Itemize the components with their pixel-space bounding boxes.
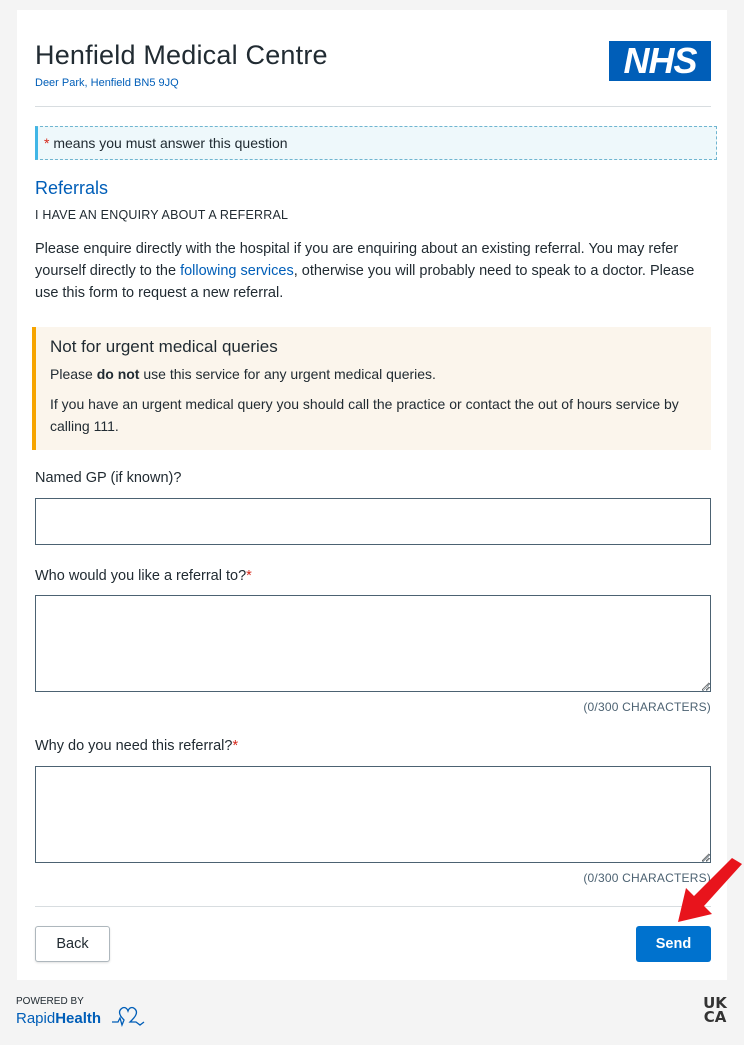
form-card: Henfield Medical Centre Deer Park, Henfi… (17, 10, 727, 980)
section-title: Referrals (35, 178, 109, 198)
send-button[interactable]: Send (636, 926, 711, 962)
nhs-logo: NHS (609, 41, 711, 81)
required-marker: * (246, 568, 252, 584)
warning-emphasis: do not (96, 366, 140, 382)
referral-reason-label-text: Why do you need this referral? (35, 738, 233, 754)
referral-to-label-text: Who would you like a referral to? (35, 568, 247, 584)
referral-reason-textarea[interactable] (35, 766, 711, 863)
actions-divider (35, 906, 711, 907)
warning-line-2: If you have an urgent medical query you … (50, 396, 679, 434)
required-marker: * (232, 738, 239, 754)
referral-to-label: Who would you like a referral to?* (35, 568, 252, 584)
section-subtitle: I HAVE AN ENQUIRY ABOUT A REFERRAL (35, 208, 289, 222)
ukca-bottom: CA (703, 1008, 727, 1026)
pointer-arrow-icon (678, 858, 742, 922)
referral-to-char-counter: (0/300 CHARACTERS) (583, 700, 711, 714)
named-gp-label: Named GP (if known)? (35, 470, 181, 486)
section-intro: Please enquire directly with the hospita… (35, 238, 719, 304)
practice-address: Deer Park, Henfield BN5 9JQ (35, 77, 179, 89)
brand-light: Rapid (16, 1010, 56, 1027)
resize-grip-icon[interactable] (702, 683, 710, 691)
following-services-link[interactable]: following services (180, 263, 294, 279)
back-button[interactable]: Back (35, 926, 110, 962)
rapid-health-heart-icon (112, 1006, 145, 1028)
rapid-health-logo: RapidHealth (16, 1010, 101, 1027)
required-notice-text: means you must answer this question (49, 135, 288, 151)
referral-reason-label: Why do you need this referral?* (35, 738, 238, 754)
header-divider (35, 106, 711, 107)
warning-line-1-end: use this service for any urgent medical … (139, 366, 436, 382)
warning-line-1-start: Please (50, 366, 97, 382)
practice-name: Henfield Medical Centre (35, 40, 328, 70)
ukca-mark: UK CA (700, 996, 730, 1026)
powered-by-label: POWERED BY (16, 996, 84, 1007)
urgent-warning-callout: Not for urgent medical queries Please do… (32, 327, 711, 450)
brand-bold: Health (55, 1010, 102, 1027)
warning-line-1: Please do not use this service for any u… (50, 363, 697, 385)
named-gp-input[interactable] (35, 498, 711, 545)
required-notice: * means you must answer this question (35, 126, 717, 160)
referral-to-textarea[interactable] (35, 595, 711, 692)
named-gp-label-text: Named GP (if known)? (35, 470, 182, 486)
warning-title: Not for urgent medical queries (50, 337, 278, 356)
